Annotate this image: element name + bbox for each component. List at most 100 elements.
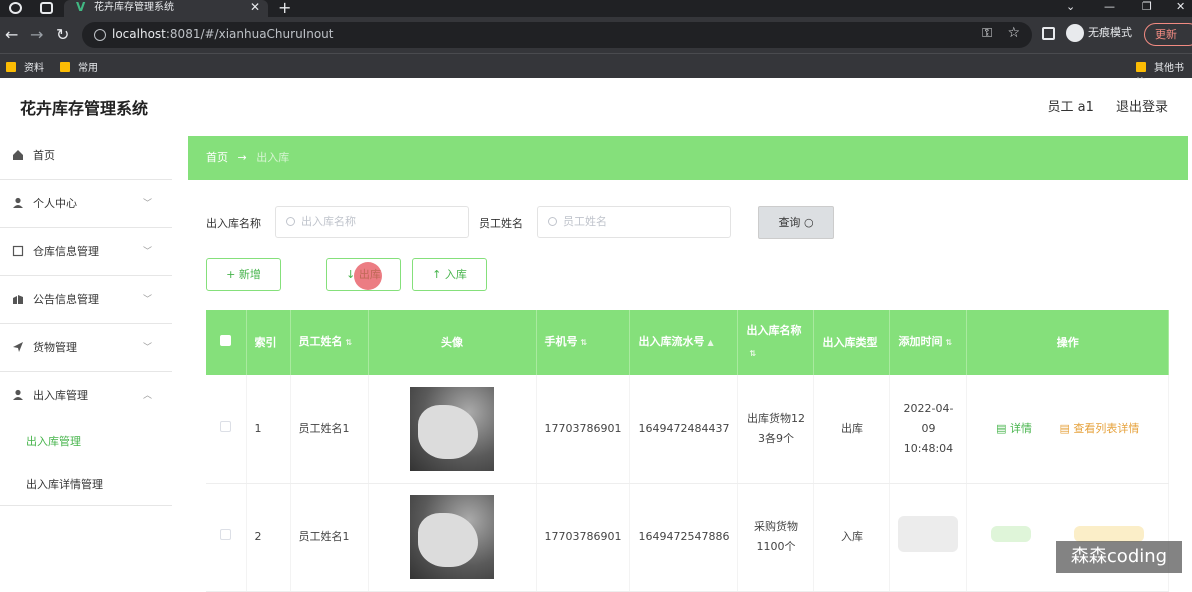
sidebar-item-goods[interactable]: 货物管理 ﹀ bbox=[0, 324, 172, 372]
avatar-image[interactable] bbox=[410, 495, 494, 579]
forward-icon[interactable]: → bbox=[30, 25, 43, 44]
col-label: 操作 bbox=[1056, 335, 1079, 349]
cell-type: 入库 bbox=[813, 483, 891, 592]
sort-icon: ⇅ bbox=[345, 338, 353, 347]
notice-icon bbox=[13, 295, 23, 304]
url-path: :8081/#/xianhuaChuruInout bbox=[165, 27, 334, 41]
address-input[interactable]: localhost:8081/#/xianhuaChuruInout ⚿ ☆ bbox=[82, 22, 1032, 48]
logout-link[interactable]: 退出登录 bbox=[1116, 100, 1168, 115]
col-type[interactable]: 出入库类型 bbox=[813, 310, 891, 375]
col-time[interactable]: 添加时间 ⇅ bbox=[889, 310, 968, 375]
reload-icon[interactable]: ↻ bbox=[56, 25, 69, 44]
folder-icon bbox=[1136, 62, 1146, 72]
sort-icon: ⇅ bbox=[580, 338, 588, 347]
back-icon[interactable]: ← bbox=[5, 25, 18, 44]
cell-actions: ▤ 详情 ▤ 查看列表详情 bbox=[966, 375, 1169, 484]
chevron-down-icon: ﹀ bbox=[142, 247, 152, 257]
col-label: 手机号 bbox=[544, 335, 578, 348]
row-select-cell bbox=[206, 375, 247, 484]
stock-in-button[interactable]: ↑ 入库 bbox=[412, 258, 487, 291]
sidebar-item-warehouse[interactable]: 仓库信息管理 ﹀ bbox=[0, 228, 172, 276]
sidebar-subitem-inout[interactable]: 出入库管理 bbox=[0, 420, 172, 463]
site-info-icon[interactable] bbox=[94, 29, 106, 41]
arrow-up-icon: ↑ bbox=[432, 268, 442, 281]
staff-filter-input[interactable]: 员工姓名 bbox=[537, 206, 731, 238]
password-key-icon[interactable]: ⚿ bbox=[982, 26, 992, 41]
sort-icon: ⇅ bbox=[945, 338, 953, 347]
side-panel-icon[interactable] bbox=[1042, 27, 1055, 40]
close-tab-icon[interactable]: ✕ bbox=[250, 0, 260, 15]
col-phone[interactable]: 手机号 ⇅ bbox=[536, 310, 631, 375]
minimize-icon[interactable]: — bbox=[1104, 0, 1115, 13]
tab-overview-icon[interactable] bbox=[40, 2, 53, 14]
window-close-icon[interactable]: ✕ bbox=[1176, 0, 1185, 13]
bookmark-folder-changyong[interactable]: 常用 bbox=[60, 59, 98, 74]
col-name[interactable]: 出入库名称 ⇅ bbox=[737, 310, 815, 375]
user-info: 员工 a1 退出登录 bbox=[1029, 96, 1168, 115]
cell-phone: 17703786901 bbox=[536, 375, 631, 484]
name-filter-label: 出入库名称 bbox=[206, 217, 261, 230]
restore-icon[interactable]: ❐ bbox=[1142, 0, 1152, 13]
row-checkbox[interactable] bbox=[220, 420, 232, 432]
doc-icon: ▤ bbox=[1059, 421, 1070, 435]
view-list-button[interactable]: ▤ 查看列表详情 bbox=[1059, 422, 1139, 435]
chevron-up-icon: ︿ bbox=[142, 391, 152, 401]
view-list-button[interactable] bbox=[1074, 525, 1145, 542]
sidebar-item-notice[interactable]: 公告信息管理 ﹀ bbox=[0, 276, 172, 324]
col-label: 头像 bbox=[441, 335, 463, 349]
stock-in-label: 入库 bbox=[444, 268, 467, 281]
update-label: 更新 bbox=[1155, 28, 1177, 41]
bookmark-star-icon[interactable]: ☆ bbox=[1007, 25, 1020, 41]
chevron-down-icon: ﹀ bbox=[142, 295, 152, 305]
sidebar-item-label: 货物管理 bbox=[33, 341, 77, 354]
col-index[interactable]: 索引 bbox=[246, 310, 291, 375]
new-tab-icon[interactable]: + bbox=[278, 0, 291, 17]
incognito-indicator[interactable]: 无痕模式 bbox=[1066, 24, 1132, 42]
tab-search-icon[interactable]: ⌄ bbox=[1066, 0, 1075, 13]
breadcrumb-separator: → bbox=[237, 151, 247, 164]
sidebar-item-home[interactable]: 首页 bbox=[0, 132, 172, 180]
row-checkbox[interactable] bbox=[220, 529, 232, 540]
col-avatar[interactable]: 头像 bbox=[368, 310, 537, 375]
cell-serial: 1649472484437 bbox=[629, 375, 739, 484]
chevron-down-icon: ﹀ bbox=[142, 199, 152, 209]
detail-label: 详情 bbox=[1009, 421, 1032, 435]
avatar-image[interactable] bbox=[410, 386, 494, 471]
detail-button[interactable] bbox=[990, 525, 1031, 542]
select-all-checkbox[interactable] bbox=[220, 334, 232, 346]
col-label: 员工姓名 bbox=[298, 335, 343, 348]
home-icon bbox=[13, 150, 23, 160]
col-serial[interactable]: 出入库流水号 ▲ bbox=[629, 310, 739, 375]
sidebar-subitem-inout-detail[interactable]: 出入库详情管理 bbox=[0, 463, 172, 506]
browser-tab[interactable]: V 花卉库存管理系统 ✕ bbox=[64, 0, 268, 17]
cell-avatar bbox=[368, 375, 537, 484]
cell-staff-name: 员工姓名1 bbox=[290, 483, 369, 592]
sidebar-item-inout[interactable]: 出入库管理 ︿ bbox=[0, 372, 172, 420]
bookmark-folder-ziliao[interactable]: 资料 bbox=[6, 59, 44, 74]
breadcrumb: 首页 → 出入库 bbox=[188, 136, 1188, 180]
name-filter-placeholder: 出入库名称 bbox=[301, 215, 356, 228]
staff-filter-placeholder: 员工姓名 bbox=[563, 215, 607, 228]
chevron-down-icon: ﹀ bbox=[142, 343, 152, 353]
add-button[interactable]: + 新增 bbox=[206, 258, 281, 291]
sidebar-item-label: 公告信息管理 bbox=[33, 293, 99, 306]
col-label: 添加时间 bbox=[898, 335, 943, 348]
url-text: localhost:8081/#/xianhuaChuruInout bbox=[112, 27, 333, 41]
breadcrumb-home[interactable]: 首页 bbox=[206, 151, 228, 164]
search-icon bbox=[286, 217, 295, 226]
cell-serial: 1649472547886 bbox=[629, 483, 739, 592]
query-button[interactable]: 查询 ○ bbox=[758, 206, 834, 239]
col-actions: 操作 bbox=[966, 310, 1169, 375]
name-filter-input[interactable]: 出入库名称 bbox=[275, 206, 469, 238]
sidebar-item-label: 仓库信息管理 bbox=[33, 245, 99, 258]
detail-button[interactable]: ▤ 详情 bbox=[996, 422, 1032, 435]
select-all-header[interactable] bbox=[206, 310, 247, 375]
col-label: 索引 bbox=[254, 335, 277, 349]
cell-time: 2022-04-09 10:48:04 bbox=[889, 375, 968, 484]
col-staff-name[interactable]: 员工姓名 ⇅ bbox=[290, 310, 369, 375]
staff-filter-label: 员工姓名 bbox=[479, 217, 523, 230]
update-button[interactable]: 更新 bbox=[1144, 23, 1192, 46]
sidebar-item-personal-center[interactable]: 个人中心 ﹀ bbox=[0, 180, 172, 228]
view-list-label: 查看列表详情 bbox=[1073, 421, 1140, 435]
plus-icon: + bbox=[226, 268, 236, 281]
